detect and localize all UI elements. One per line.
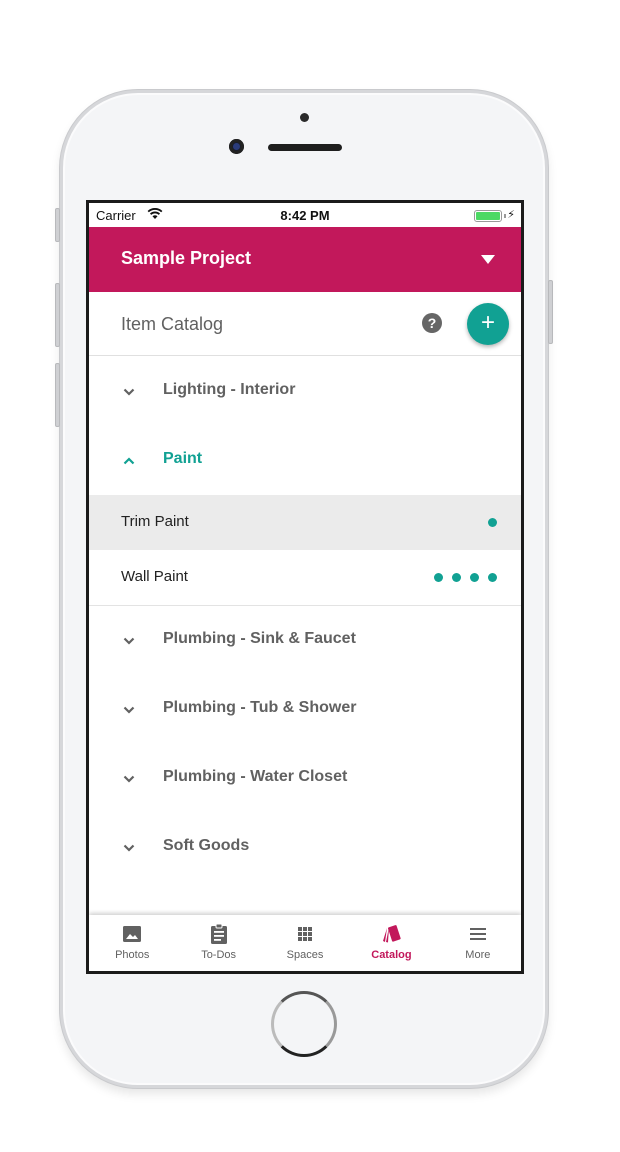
app-screen: Carrier 8:42 PM ⚡ Sample Project Item Ca… [86,200,524,974]
status-bar: Carrier 8:42 PM ⚡ [89,203,521,227]
group-label: Plumbing - Tub & Shower [163,699,357,716]
battery-level [476,212,500,220]
group-label: Plumbing - Water Closet [163,768,348,785]
volume-down-button [55,363,60,427]
chevron-down-icon [123,637,135,645]
tab-label: Catalog [371,949,412,961]
proximity-sensor [300,113,309,122]
count-dot [488,518,497,527]
help-icon[interactable]: ? [422,313,442,333]
clipboard-icon [210,923,227,944]
home-button[interactable] [271,991,337,1057]
app-bar: Sample Project [89,227,521,292]
swatch-icon [383,925,402,943]
tab-label: Photos [115,949,150,961]
count-dot [488,573,497,582]
catalog-group-plumbing-sink-faucet[interactable]: Plumbing - Sink & Faucet [89,606,521,675]
grid-icon [298,927,313,941]
item-count-dots [488,518,497,527]
group-label: Soft Goods [163,837,250,854]
front-camera [229,139,244,154]
catalog-group-soft-goods[interactable]: Soft Goods [89,813,521,882]
page-title: Item Catalog [121,314,224,334]
battery-tip [504,214,506,218]
chevron-down-icon [123,706,135,714]
tab-label: More [465,949,491,961]
tab-photos[interactable]: Photos [89,915,175,971]
tab-to-dos[interactable]: To-Dos [175,915,261,971]
catalog-item-wall-paint[interactable]: Wall Paint [89,550,521,605]
clock: 8:42 PM [280,208,330,223]
chevron-up-icon [123,457,135,465]
chevron-down-icon [123,775,135,783]
catalog-group-plumbing-water-closet[interactable]: Plumbing - Water Closet [89,744,521,813]
project-title[interactable]: Sample Project [121,248,251,269]
catalog-list: Lighting - Interior Paint Trim Paint Wal… [89,357,521,882]
group-label: Plumbing - Sink & Faucet [163,630,356,647]
chevron-down-icon [123,844,135,852]
mute-switch [55,208,60,242]
count-dot [470,573,479,582]
tab-label: Spaces [286,949,324,961]
tab-spaces[interactable]: Spaces [262,915,348,971]
charging-icon: ⚡ [507,209,515,221]
catalog-group-plumbing-tub-shower[interactable]: Plumbing - Tub & Shower [89,675,521,744]
earpiece-speaker [268,144,342,151]
group-label: Lighting - Interior [163,381,296,398]
chevron-down-icon [123,388,135,396]
caret-down-icon[interactable] [481,255,495,264]
add-item-button[interactable]: + [467,303,509,345]
battery-icon [474,210,502,222]
photo-icon [123,926,142,942]
sub-header: Item Catalog ? + [89,292,521,356]
tab-more[interactable]: More [435,915,521,971]
tab-label: To-Dos [201,949,237,961]
volume-up-button [55,283,60,347]
catalog-item-trim-paint[interactable]: Trim Paint [89,495,521,550]
item-label: Wall Paint [121,568,188,585]
count-dot [452,573,461,582]
group-label: Paint [163,450,203,467]
count-dot [434,573,443,582]
bottom-tab-bar: Photos To-Dos Spaces Catalog More [89,915,521,971]
catalog-group-paint[interactable]: Paint [89,426,521,495]
item-count-dots [434,573,497,582]
tab-catalog[interactable]: Catalog [348,915,434,971]
power-button [548,280,553,344]
catalog-group-lighting-interior[interactable]: Lighting - Interior [89,357,521,426]
item-label: Trim Paint [121,513,189,530]
menu-icon [469,928,486,940]
